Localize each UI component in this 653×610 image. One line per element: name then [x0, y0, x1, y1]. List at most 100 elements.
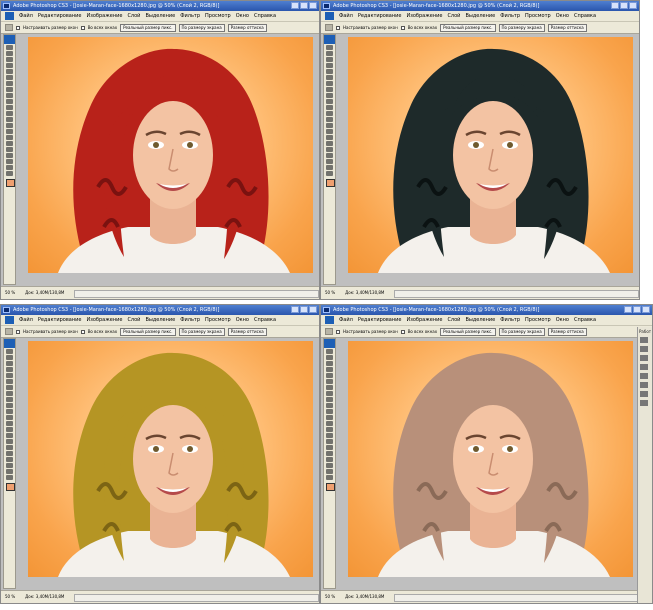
menu-select[interactable]: Выделение [465, 315, 495, 325]
pen-tool-icon[interactable] [6, 129, 13, 134]
blur-tool-icon[interactable] [326, 421, 333, 426]
path-select-tool-icon[interactable] [6, 445, 13, 450]
foreground-color-swatch[interactable] [326, 483, 335, 491]
maximize-button[interactable] [300, 306, 308, 313]
zoom-tool-icon[interactable] [6, 171, 13, 176]
foreground-color-swatch[interactable] [6, 179, 15, 187]
all-windows-checkbox[interactable] [400, 329, 405, 334]
fit-screen-button[interactable]: По размеру экрана [498, 327, 545, 336]
close-button[interactable] [642, 306, 650, 313]
brush-tool-icon[interactable] [326, 87, 333, 92]
gradient-tool-icon[interactable] [326, 111, 333, 116]
type-tool-icon[interactable] [326, 439, 333, 444]
move-tool-icon[interactable] [326, 45, 333, 50]
pen-tool-icon[interactable] [326, 129, 333, 134]
palette-icon[interactable] [640, 346, 648, 352]
menu-file[interactable]: Файл [19, 315, 33, 325]
marquee-tool-icon[interactable] [6, 51, 13, 56]
slice-tool-icon[interactable] [6, 379, 13, 384]
eraser-tool-icon[interactable] [6, 409, 13, 414]
brush-tool-icon[interactable] [326, 391, 333, 396]
healing-tool-icon[interactable] [6, 81, 13, 86]
eyedropper-tool-icon[interactable] [326, 463, 333, 468]
menu-edit[interactable]: Редактирование [358, 11, 402, 21]
horizontal-scrollbar[interactable] [394, 594, 652, 602]
menu-window[interactable]: Окно [236, 11, 249, 21]
zoom-tool-icon[interactable] [5, 24, 13, 31]
menu-edit[interactable]: Редактирование [358, 315, 402, 325]
type-tool-icon[interactable] [6, 439, 13, 444]
slice-tool-icon[interactable] [326, 379, 333, 384]
move-tool-icon[interactable] [326, 349, 333, 354]
menu-view[interactable]: Просмотр [525, 11, 551, 21]
palette-icon[interactable] [640, 364, 648, 370]
palette-icon[interactable] [640, 373, 648, 379]
close-button[interactable] [309, 306, 317, 313]
zoom-tool-icon[interactable] [326, 475, 333, 480]
eraser-tool-icon[interactable] [326, 409, 333, 414]
history-brush-tool-icon[interactable] [326, 403, 333, 408]
actual-pixels-button[interactable]: Реальный размер пикс. [120, 327, 176, 336]
document-canvas[interactable] [28, 341, 313, 577]
dodge-tool-icon[interactable] [6, 123, 13, 128]
menu-help[interactable]: Справка [574, 11, 596, 21]
notes-tool-icon[interactable] [326, 153, 333, 158]
menu-file[interactable]: Файл [19, 11, 33, 21]
maximize-button[interactable] [620, 2, 628, 9]
dodge-tool-icon[interactable] [326, 123, 333, 128]
zoom-level[interactable]: 50 % [5, 287, 15, 299]
document-canvas[interactable] [348, 37, 633, 273]
dodge-tool-icon[interactable] [326, 427, 333, 432]
menu-help[interactable]: Справка [254, 11, 276, 21]
minimize-button[interactable] [611, 2, 619, 9]
notes-tool-icon[interactable] [326, 457, 333, 462]
minimize-button[interactable] [624, 306, 632, 313]
maximize-button[interactable] [300, 2, 308, 9]
menu-filter[interactable]: Фильтр [500, 11, 520, 21]
right-palette-dock[interactable]: Работ [637, 327, 652, 603]
menu-window[interactable]: Окно [556, 11, 569, 21]
resize-windows-checkbox[interactable] [16, 329, 20, 334]
crop-tool-icon[interactable] [326, 373, 333, 378]
print-size-button[interactable]: Размер оттиска [227, 327, 267, 336]
palette-icon[interactable] [640, 400, 648, 406]
menu-select[interactable]: Выделение [145, 315, 175, 325]
path-select-tool-icon[interactable] [6, 141, 13, 146]
zoom-tool-icon[interactable] [326, 171, 333, 176]
menu-window[interactable]: Окно [236, 315, 249, 325]
lasso-tool-icon[interactable] [326, 361, 333, 366]
maximize-button[interactable] [633, 306, 641, 313]
palette-icon[interactable] [640, 382, 648, 388]
magic-wand-tool-icon[interactable] [6, 367, 13, 372]
blur-tool-icon[interactable] [326, 117, 333, 122]
crop-tool-icon[interactable] [6, 373, 13, 378]
shape-tool-icon[interactable] [326, 451, 333, 456]
lasso-tool-icon[interactable] [6, 361, 13, 366]
horizontal-scrollbar[interactable] [74, 290, 319, 298]
brush-tool-icon[interactable] [6, 391, 13, 396]
path-select-tool-icon[interactable] [326, 141, 333, 146]
stamp-tool-icon[interactable] [6, 397, 13, 402]
zoom-tool-icon[interactable] [5, 328, 13, 335]
move-tool-icon[interactable] [6, 349, 13, 354]
hand-tool-icon[interactable] [326, 165, 333, 170]
lasso-tool-icon[interactable] [6, 57, 13, 62]
foreground-color-swatch[interactable] [6, 483, 15, 491]
dodge-tool-icon[interactable] [6, 427, 13, 432]
horizontal-scrollbar[interactable] [394, 290, 639, 298]
zoom-tool-icon[interactable] [325, 328, 333, 335]
brush-tool-icon[interactable] [6, 87, 13, 92]
notes-tool-icon[interactable] [6, 457, 13, 462]
fit-screen-button[interactable]: По размеру экрана [178, 23, 225, 32]
blur-tool-icon[interactable] [6, 117, 13, 122]
lasso-tool-icon[interactable] [326, 57, 333, 62]
gradient-tool-icon[interactable] [6, 415, 13, 420]
gradient-tool-icon[interactable] [326, 415, 333, 420]
close-button[interactable] [309, 2, 317, 9]
crop-tool-icon[interactable] [326, 69, 333, 74]
magic-wand-tool-icon[interactable] [6, 63, 13, 68]
eraser-tool-icon[interactable] [326, 105, 333, 110]
hand-tool-icon[interactable] [6, 469, 13, 474]
print-size-button[interactable]: Размер оттиска [547, 23, 587, 32]
menu-layer[interactable]: Слой [127, 315, 140, 325]
